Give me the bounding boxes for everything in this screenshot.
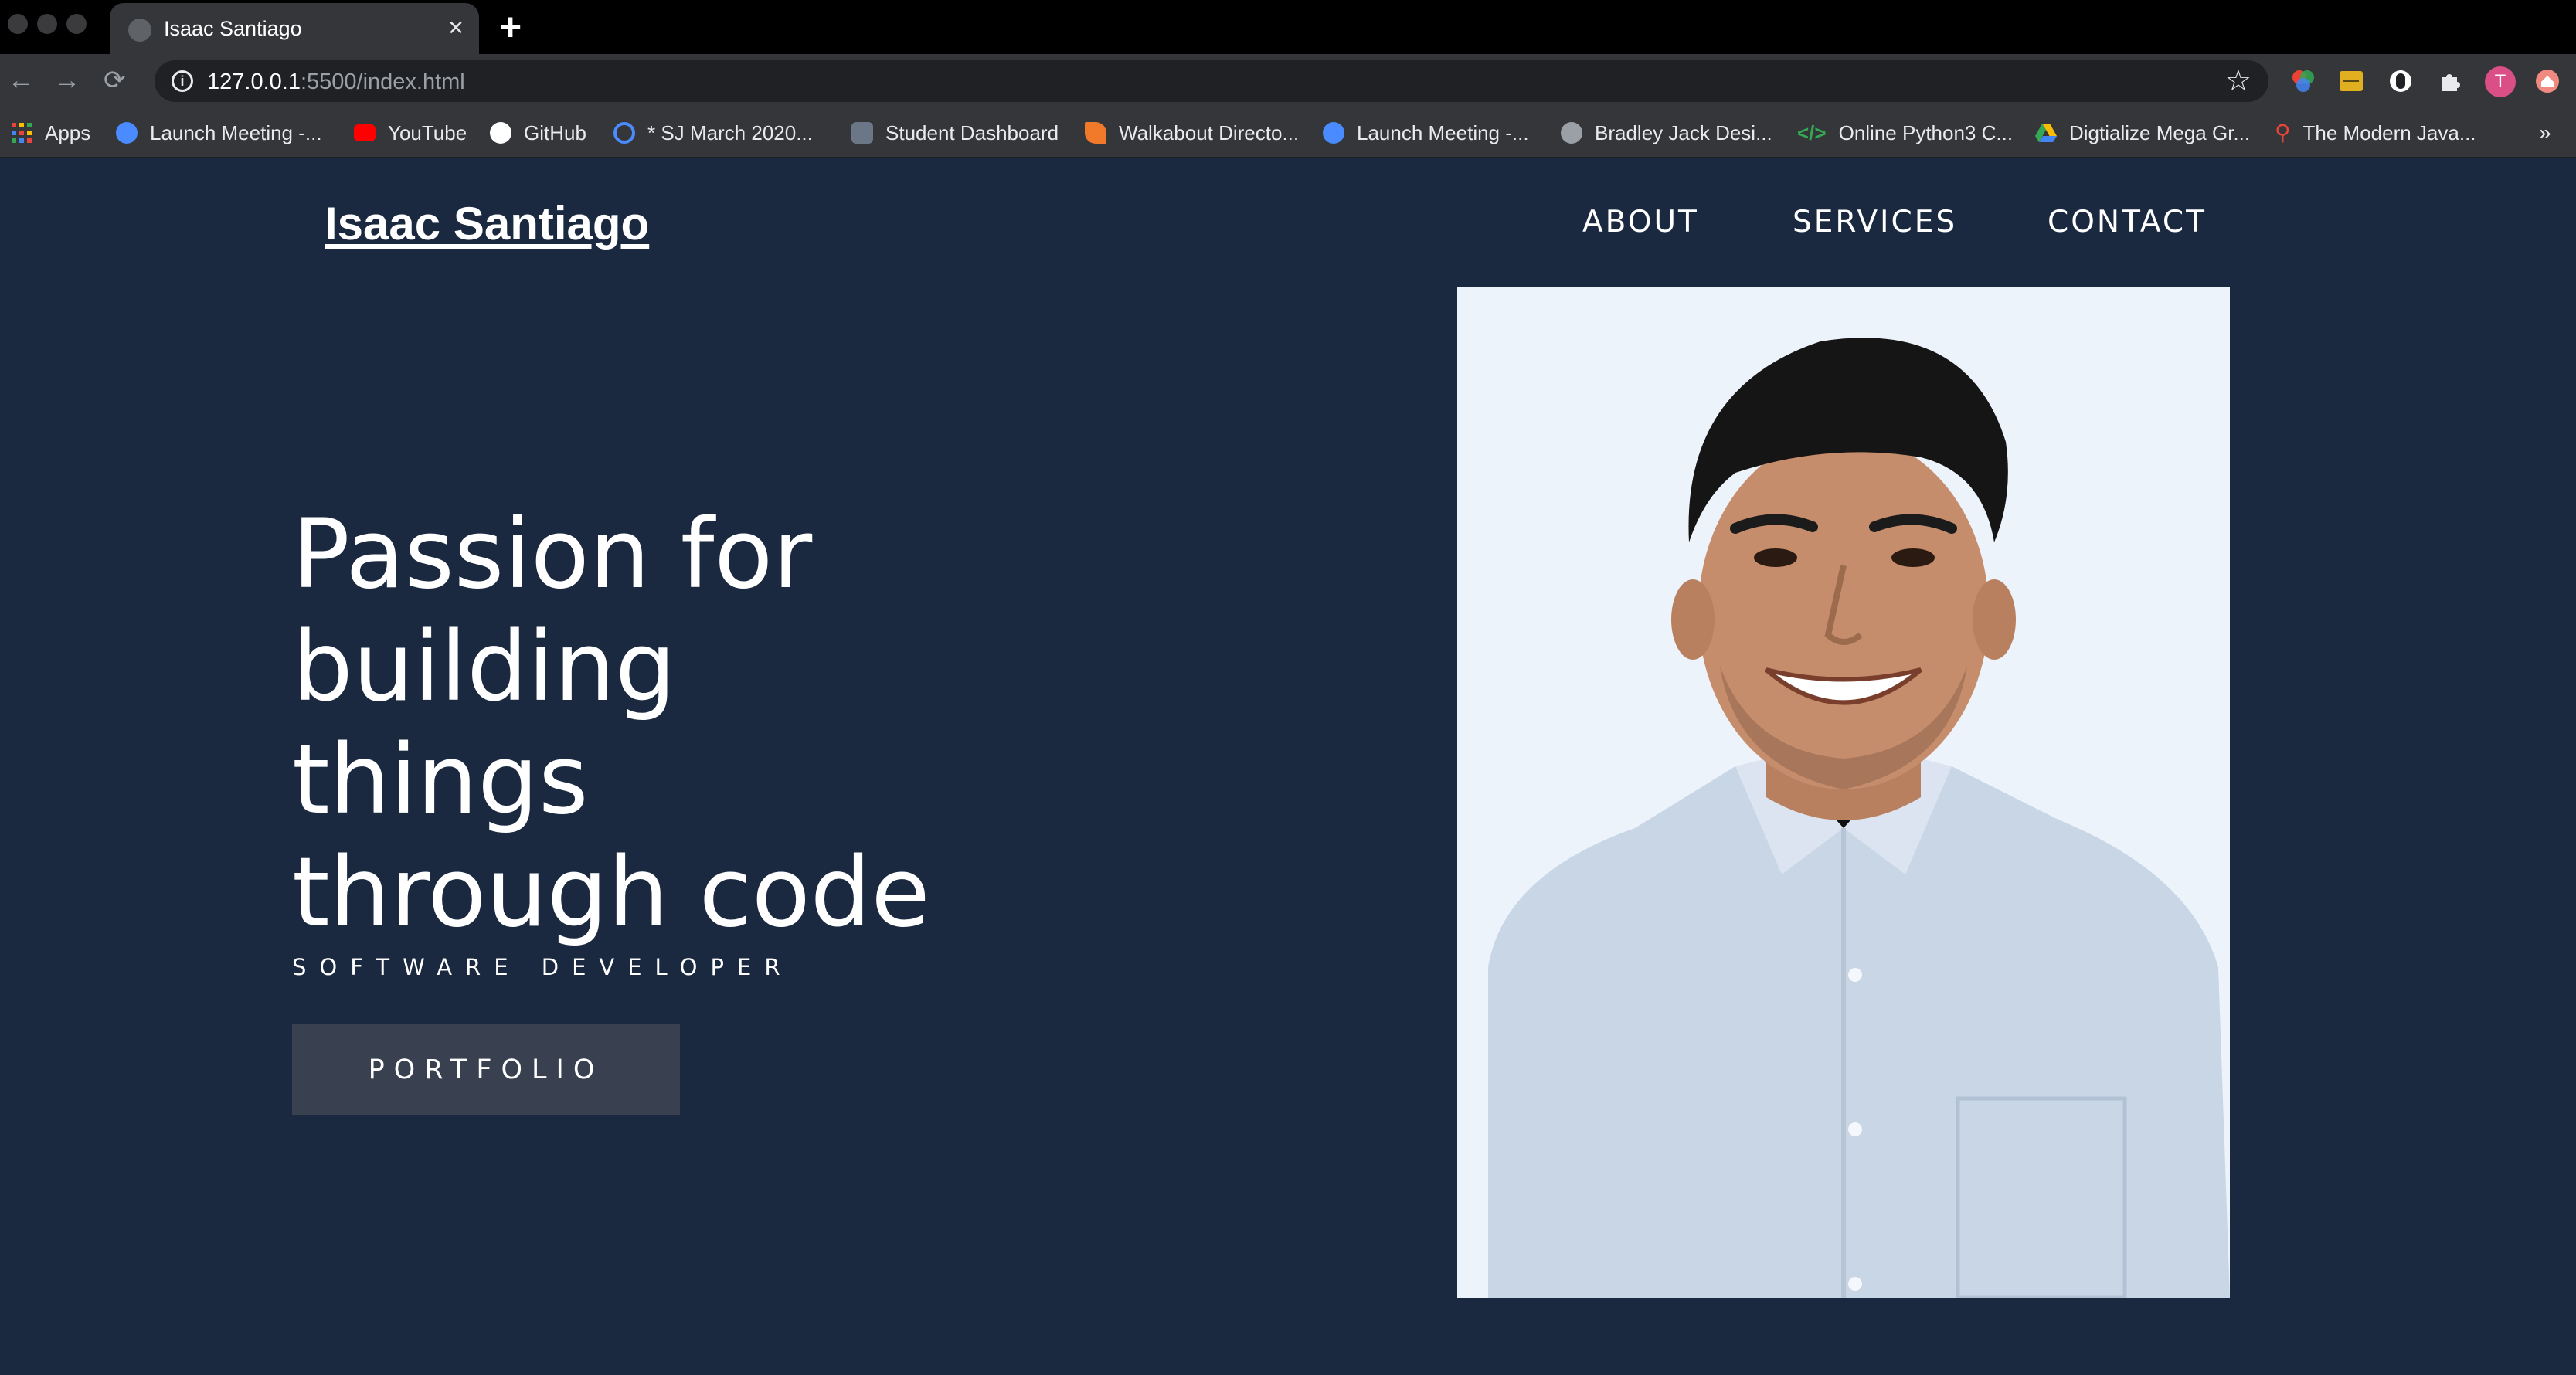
java-icon: ⚲	[2275, 121, 2291, 144]
bookmark-label: Bradley Jack Desi...	[1595, 121, 1772, 144]
bookmark-label: Launch Meeting -...	[150, 121, 322, 144]
home-extension-icon[interactable]	[2534, 68, 2561, 94]
google-drive-icon	[2035, 124, 2057, 142]
portfolio-page: Isaac Santiago ABOUT SERVICES CONTACT Pa…	[0, 158, 2576, 1375]
portrait-illustration	[1457, 287, 2230, 1298]
bookmark-label: * SJ March 2020...	[647, 121, 813, 144]
bookmark-modern-java[interactable]: ⚲ The Modern Java...	[2275, 119, 2476, 147]
hero-headline: Passion for building things through code	[292, 498, 1065, 949]
bookmark-label: Walkabout Directo...	[1119, 121, 1300, 144]
youtube-icon	[354, 124, 376, 141]
hero-line: things	[292, 725, 589, 836]
bookmark-label: Apps	[45, 121, 91, 144]
profile-avatar[interactable]: T	[2485, 66, 2516, 97]
back-button[interactable]: ←	[8, 65, 34, 96]
apps-grid-icon	[12, 123, 32, 143]
bookmark-label: Digtialize Mega Gr...	[2069, 121, 2251, 144]
design-icon	[1561, 122, 1582, 144]
forward-button[interactable]: →	[54, 65, 80, 96]
bookmark-youtube[interactable]: YouTube	[354, 119, 467, 147]
bookmark-sj-march[interactable]: * SJ March 2020...	[613, 119, 813, 147]
bookmark-student-dashboard[interactable]: Student Dashboard	[851, 119, 1059, 147]
address-bar[interactable]: i 127.0.0.1:5500/index.html ☆	[155, 60, 2268, 102]
profile-photo	[1457, 287, 2230, 1298]
browser-toolbar: ← → ⟳ i 127.0.0.1:5500/index.html ☆	[0, 54, 2576, 108]
url-text[interactable]: 127.0.0.1:5500/index.html	[207, 70, 465, 95]
hero-subtitle: SOFTWARE DEVELOPER	[292, 954, 794, 980]
hero-line: building	[292, 612, 676, 723]
nav-about[interactable]: ABOUT	[1582, 205, 1699, 239]
github-icon	[490, 122, 511, 144]
notes-extension-icon[interactable]	[2338, 68, 2364, 94]
color-picker-extension-icon[interactable]	[2290, 68, 2316, 94]
window-close-button[interactable]	[8, 14, 28, 34]
tab-close-icon[interactable]: ×	[448, 12, 464, 43]
bookmarks-bar: Apps Launch Meeting -... YouTube GitHub …	[0, 108, 2576, 158]
bookmark-label: Online Python3 C...	[1838, 121, 2014, 144]
reload-button[interactable]: ⟳	[104, 65, 126, 96]
bookmark-label: The Modern Java...	[2302, 121, 2476, 144]
bookmark-label: Student Dashboard	[885, 121, 1059, 144]
nav-services[interactable]: SERVICES	[1793, 205, 1957, 239]
bookmark-walkabout[interactable]: Walkabout Directo...	[1085, 119, 1299, 147]
browser-tabstrip: Isaac Santiago × +	[0, 0, 2576, 54]
bookmark-label: Launch Meeting -...	[1357, 121, 1529, 144]
window-maximize-button[interactable]	[66, 14, 87, 34]
bookmark-digtialize[interactable]: Digtialize Mega Gr...	[2035, 119, 2250, 147]
bookmark-star-icon[interactable]: ☆	[2225, 63, 2251, 98]
power-icon	[613, 122, 635, 144]
walkabout-icon	[1085, 122, 1106, 144]
new-tab-button[interactable]: +	[499, 8, 522, 46]
tab-title: Isaac Santiago	[164, 17, 302, 40]
site-info-icon[interactable]: i	[172, 70, 193, 92]
site-brand-link[interactable]: Isaac Santiago	[325, 197, 649, 250]
nav-contact[interactable]: CONTACT	[2048, 205, 2207, 239]
dashboard-icon	[851, 122, 873, 144]
bookmark-label: YouTube	[388, 121, 467, 144]
window-minimize-button[interactable]	[37, 14, 57, 34]
extensions-puzzle-icon[interactable]	[2437, 68, 2463, 94]
hero-line: Passion for	[292, 499, 813, 610]
more-bookmarks-button[interactable]: »	[2539, 119, 2551, 147]
code-icon: </>	[1797, 121, 1827, 144]
bookmark-bradley-jack[interactable]: Bradley Jack Desi...	[1561, 119, 1772, 147]
bookmark-launch-meeting-1[interactable]: Launch Meeting -...	[116, 119, 322, 147]
bookmark-apps[interactable]: Apps	[11, 119, 90, 147]
bookmark-github[interactable]: GitHub	[490, 119, 586, 147]
zoom-icon	[1323, 122, 1344, 144]
bookmark-launch-meeting-2[interactable]: Launch Meeting -...	[1323, 119, 1529, 147]
hero-line: through code	[292, 837, 930, 949]
bookmark-online-python[interactable]: </> Online Python3 C...	[1797, 119, 2013, 147]
globe-icon	[128, 19, 151, 42]
bookmark-label: GitHub	[524, 121, 586, 144]
browser-tab-active[interactable]: Isaac Santiago ×	[110, 3, 479, 54]
toggle-extension-icon[interactable]	[2387, 68, 2414, 94]
zoom-icon	[116, 122, 138, 144]
portfolio-button[interactable]: PORTFOLIO	[292, 1024, 680, 1115]
